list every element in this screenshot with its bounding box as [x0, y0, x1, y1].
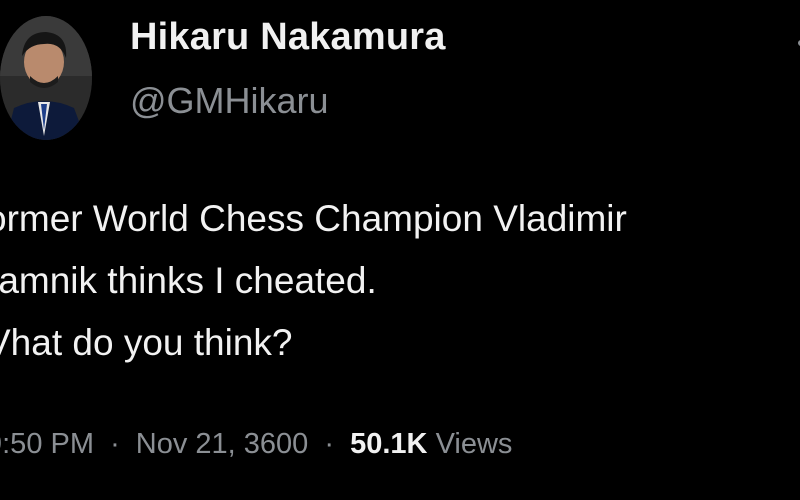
tweet-text: ormer World Chess Champion Vladimir ramn… [0, 188, 627, 374]
meta-separator: · [110, 428, 120, 460]
tweet-line: Vhat do you think? [0, 322, 293, 363]
meta-separator: · [324, 428, 335, 460]
avatar[interactable] [0, 16, 92, 140]
tweet-meta: 9:50 PM · Nov 21, 3600 · 50.1K Views [0, 428, 512, 461]
tweet-time[interactable]: 9:50 PM [0, 428, 94, 460]
tweet-line: ramnik thinks I cheated. [0, 260, 377, 301]
tweet-date[interactable]: Nov 21, 3600 [136, 428, 309, 460]
views-label: Views [435, 428, 513, 460]
author-display-name[interactable]: Hikaru Nakamura [130, 16, 446, 59]
avatar-image [0, 16, 92, 140]
author-handle[interactable]: @GMHikaru [130, 80, 329, 122]
tweet-line: ormer World Chess Champion Vladimir [0, 198, 627, 239]
views-count: 50.1K [350, 428, 428, 460]
